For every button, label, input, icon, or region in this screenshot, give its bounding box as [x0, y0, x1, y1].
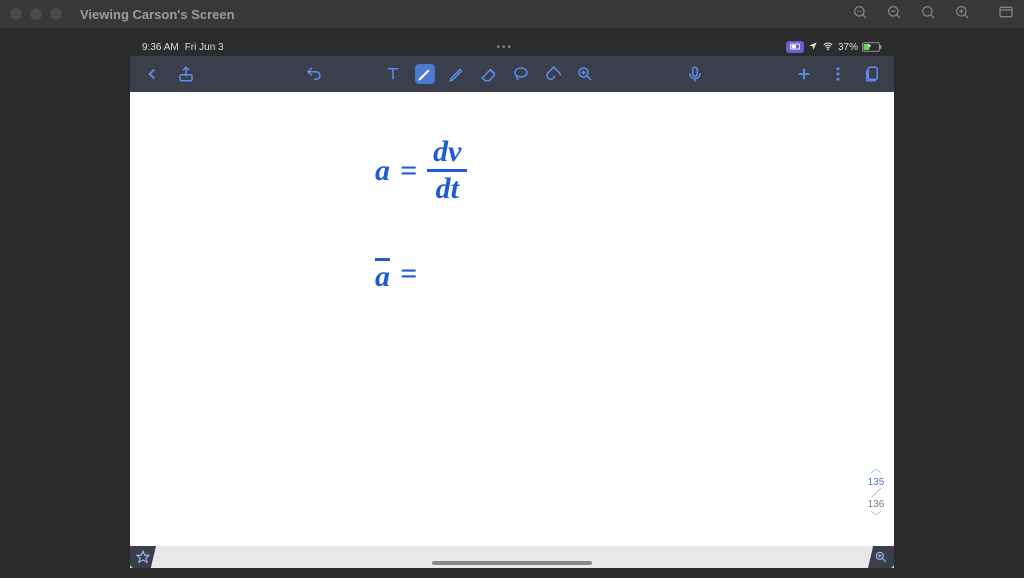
- microphone-button[interactable]: [685, 64, 705, 84]
- traffic-lights: [10, 8, 62, 20]
- shapes-tool-icon[interactable]: [543, 64, 563, 84]
- battery-percentage: 37%: [838, 42, 858, 53]
- zoom-corner-button[interactable]: [868, 546, 894, 568]
- status-date: Fri Jun 3: [185, 42, 224, 53]
- zoom-tool-icon[interactable]: [575, 64, 595, 84]
- note-canvas[interactable]: a = dv dt a = ︿ 135 ╱ 136 ﹀: [130, 92, 894, 546]
- multitask-dots-icon[interactable]: •••: [497, 42, 514, 53]
- minimize-window-button[interactable]: [30, 8, 42, 20]
- eraser-tool-icon[interactable]: [479, 64, 499, 84]
- status-time: 9:36 AM: [142, 42, 179, 53]
- close-window-button[interactable]: [10, 8, 22, 20]
- home-indicator[interactable]: [432, 561, 592, 565]
- zoom-actual-icon[interactable]: [852, 4, 868, 25]
- window-layout-icon[interactable]: [998, 4, 1014, 25]
- undo-button[interactable]: [304, 64, 324, 84]
- ipad-screen: 9:36 AM Fri Jun 3 ••• 37%: [130, 38, 894, 568]
- add-button[interactable]: [794, 64, 814, 84]
- pages-button[interactable]: [862, 64, 882, 84]
- lasso-tool-icon[interactable]: [511, 64, 531, 84]
- zoom-fit-icon[interactable]: [920, 4, 936, 25]
- handwritten-equation-1: a = dv dt: [375, 137, 467, 204]
- total-pages: 136: [864, 499, 888, 510]
- ipad-statusbar: 9:36 AM Fri Jun 3 ••• 37%: [130, 38, 894, 56]
- favorite-button[interactable]: [130, 546, 156, 568]
- maximize-window-button[interactable]: [50, 8, 62, 20]
- highlighter-tool-icon[interactable]: [447, 64, 467, 84]
- back-button[interactable]: [142, 64, 162, 84]
- zoom-in-icon[interactable]: [954, 4, 970, 25]
- mac-toolbar-right: [852, 4, 1014, 25]
- page-up-icon[interactable]: ︿: [864, 462, 888, 477]
- handwritten-equation-2: a =: [375, 257, 417, 291]
- window-title: Viewing Carson's Screen: [80, 7, 235, 22]
- location-icon: [808, 41, 818, 54]
- share-button[interactable]: [176, 64, 196, 84]
- screen-mirroring-icon[interactable]: [786, 41, 804, 53]
- text-tool-icon[interactable]: [383, 64, 403, 84]
- more-button[interactable]: [828, 64, 848, 84]
- battery-charging-icon: [862, 42, 882, 52]
- page-slash: ╱: [871, 488, 880, 500]
- wifi-icon: [822, 41, 834, 54]
- page-down-icon[interactable]: ﹀: [864, 510, 888, 525]
- page-indicator: ︿ 135 ╱ 136 ﹀: [864, 462, 888, 526]
- app-toolbar: [130, 56, 894, 92]
- zoom-out-icon[interactable]: [886, 4, 902, 25]
- bottom-bar: [130, 546, 894, 568]
- pen-tool-icon[interactable]: [415, 64, 435, 84]
- mac-titlebar: Viewing Carson's Screen: [0, 0, 1024, 28]
